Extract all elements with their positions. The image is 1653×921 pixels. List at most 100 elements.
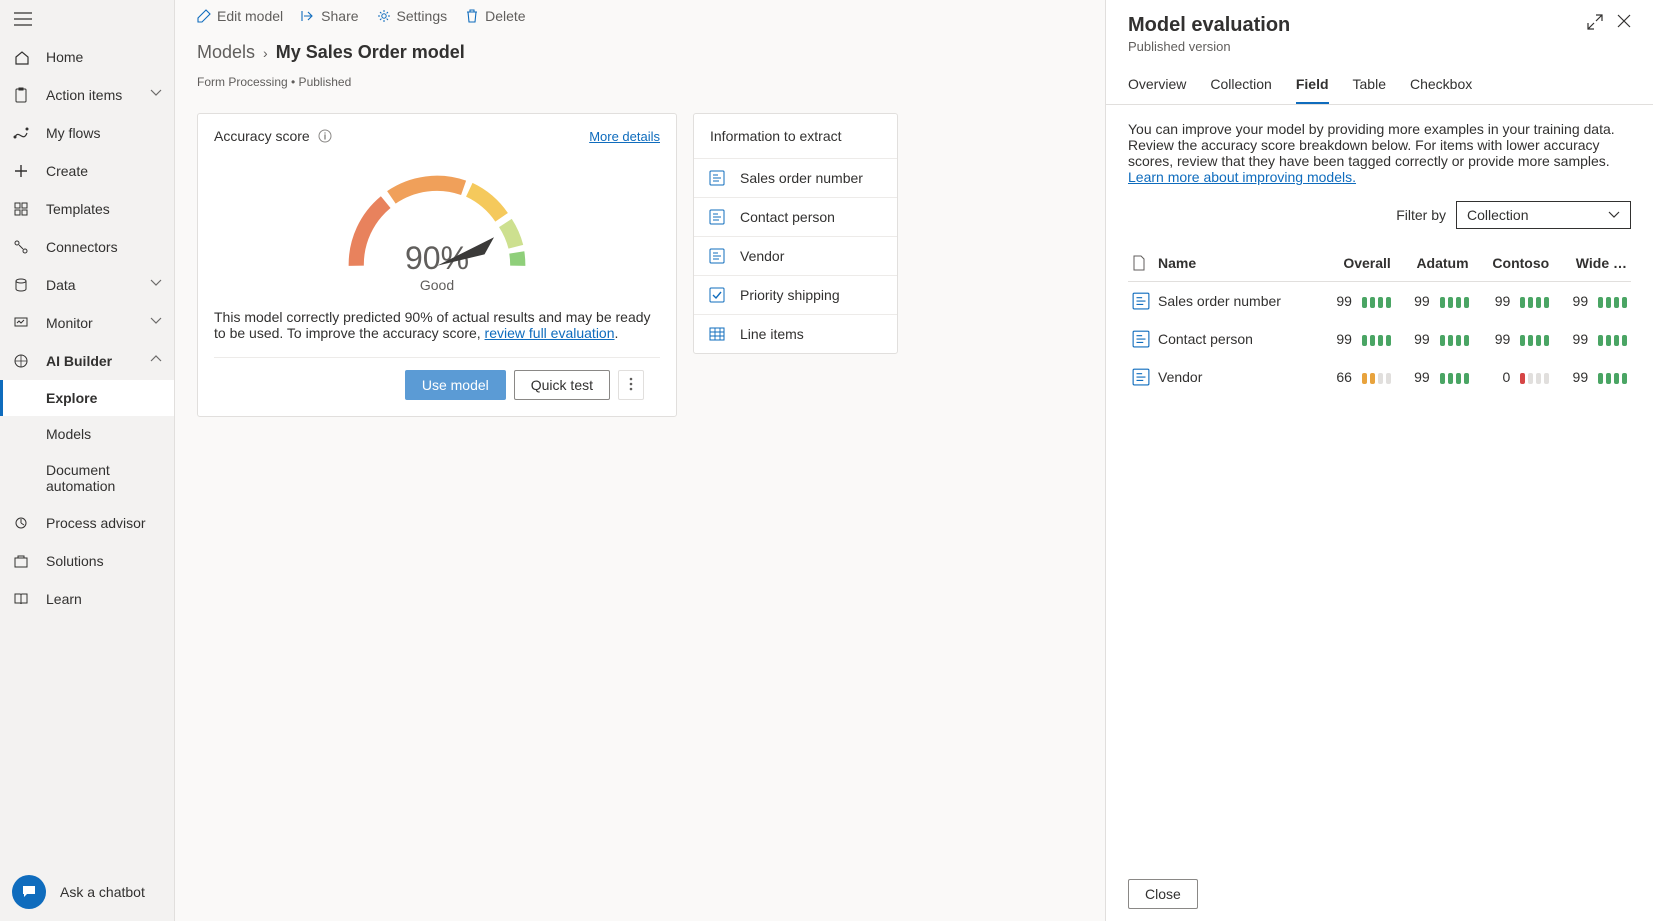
gear-icon — [377, 9, 391, 23]
info-row-label: Line items — [740, 326, 804, 342]
accuracy-title: Accuracy score — [214, 128, 310, 144]
monitor-icon — [12, 314, 30, 332]
review-evaluation-link[interactable]: review full evaluation — [485, 325, 615, 341]
info-row[interactable]: Contact person — [694, 197, 897, 236]
hamburger-menu[interactable] — [0, 0, 174, 38]
sidebar-item-data[interactable]: Data — [0, 266, 174, 304]
info-row[interactable]: Line items — [694, 314, 897, 353]
tab-overview[interactable]: Overview — [1128, 70, 1186, 104]
tab-field[interactable]: Field — [1296, 70, 1329, 104]
score-bars — [1598, 335, 1627, 346]
sidebar-item-templates[interactable]: Templates — [0, 190, 174, 228]
delete-button[interactable]: Delete — [465, 8, 525, 24]
action-icon — [12, 86, 30, 104]
score-bars — [1440, 335, 1469, 346]
score-cell: 99 — [1553, 320, 1631, 358]
learn-more-link[interactable]: Learn more about improving models. — [1128, 169, 1356, 185]
breadcrumb-subtitle: Form Processing • Published — [197, 75, 1083, 89]
breadcrumb-root[interactable]: Models — [197, 42, 255, 63]
score-bars — [1520, 373, 1549, 384]
tab-table[interactable]: Table — [1353, 70, 1386, 104]
column-header[interactable]: Wide … — [1553, 245, 1631, 282]
sidebar-item-action[interactable]: Action items — [0, 76, 174, 114]
accuracy-description: This model correctly predicted 90% of ac… — [198, 293, 676, 357]
sidebar-item-monitor[interactable]: Monitor — [0, 304, 174, 342]
sidebar-item-flows[interactable]: My flows — [0, 114, 174, 152]
table-row[interactable]: Vendor66 99 0 99 — [1128, 358, 1631, 396]
sidebar-item-label: Create — [46, 163, 162, 179]
sidebar-item-solutions[interactable]: Solutions — [0, 542, 174, 580]
accuracy-label: Good — [420, 277, 454, 293]
quick-test-button[interactable]: Quick test — [514, 370, 610, 400]
score-cell: 99 — [1553, 358, 1631, 396]
text-field-icon — [1132, 330, 1150, 348]
text-field-icon — [708, 169, 726, 187]
information-title: Information to extract — [710, 128, 842, 144]
score-bars — [1598, 297, 1627, 308]
evaluation-table: NameOverallAdatumContosoWide … Sales ord… — [1128, 245, 1631, 396]
accuracy-gauge — [342, 168, 532, 278]
sidebar-item-create[interactable]: Create — [0, 152, 174, 190]
sidebar-item-models[interactable]: Models — [0, 416, 174, 452]
info-row[interactable]: Vendor — [694, 236, 897, 275]
score-cell: 99 — [1395, 282, 1473, 321]
command-bar: Edit model Share Settings Delete — [175, 0, 1105, 32]
score-bars — [1520, 297, 1549, 308]
info-row-label: Contact person — [740, 209, 835, 225]
column-header[interactable]: Name — [1154, 245, 1317, 282]
score-cell: 99 — [1473, 282, 1554, 321]
chevron-up-icon — [150, 355, 162, 367]
table-row[interactable]: Contact person99 99 99 99 — [1128, 320, 1631, 358]
sidebar-item-label: Models — [46, 426, 162, 442]
score-cell: 66 — [1317, 358, 1395, 396]
score-bars — [1440, 373, 1469, 384]
score-bars — [1362, 335, 1391, 346]
column-header[interactable]: Overall — [1317, 245, 1395, 282]
sidebar-item-learn[interactable]: Learn — [0, 580, 174, 618]
row-name: Sales order number — [1154, 282, 1317, 321]
edit-icon — [197, 9, 211, 23]
sidebar-item-label: Document automation — [46, 462, 162, 494]
more-details-link[interactable]: More details — [589, 129, 660, 144]
chatbot-label: Ask a chatbot — [60, 884, 145, 900]
score-bars — [1598, 373, 1627, 384]
more-actions-button[interactable] — [618, 370, 644, 400]
document-icon — [1132, 255, 1146, 271]
expand-button[interactable] — [1587, 14, 1603, 30]
sidebar-item-connectors[interactable]: Connectors — [0, 228, 174, 266]
tab-checkbox[interactable]: Checkbox — [1410, 70, 1472, 104]
sidebar-item-ai[interactable]: AI Builder — [0, 342, 174, 380]
share-button[interactable]: Share — [301, 8, 358, 24]
filter-dropdown[interactable]: Collection — [1456, 201, 1631, 229]
column-header[interactable]: Contoso — [1473, 245, 1554, 282]
chevron-down-icon — [1608, 211, 1620, 219]
sidebar-item-home[interactable]: Home — [0, 38, 174, 76]
sidebar-item-explore[interactable]: Explore — [0, 380, 174, 416]
filter-value: Collection — [1467, 207, 1528, 223]
table-row[interactable]: Sales order number99 99 99 99 — [1128, 282, 1631, 321]
info-row[interactable]: Priority shipping — [694, 275, 897, 314]
info-icon[interactable] — [318, 129, 332, 143]
menu-icon — [14, 12, 32, 26]
drawer-close-button[interactable]: Close — [1128, 879, 1198, 909]
score-cell: 99 — [1317, 282, 1395, 321]
connectors-icon — [12, 238, 30, 256]
settings-button[interactable]: Settings — [377, 8, 448, 24]
nav-list: HomeAction itemsMy flows Create TemplatesC… — [0, 38, 174, 863]
text-field-icon — [1132, 368, 1150, 386]
flows-icon — [12, 124, 30, 142]
info-row[interactable]: Sales order number — [694, 158, 897, 197]
chatbot-launcher[interactable]: Ask a chatbot — [0, 863, 174, 921]
table-field-icon — [708, 325, 726, 343]
tab-collection[interactable]: Collection — [1210, 70, 1271, 104]
sidebar-item-docauto[interactable]: Document automation — [0, 452, 174, 504]
column-header[interactable]: Adatum — [1395, 245, 1473, 282]
sidebar-item-label: AI Builder — [46, 353, 134, 369]
score-bars — [1520, 335, 1549, 346]
close-drawer-button[interactable] — [1617, 14, 1631, 30]
info-row-label: Sales order number — [740, 170, 863, 186]
chevron-down-icon — [150, 279, 162, 291]
edit-model-button[interactable]: Edit model — [197, 8, 283, 24]
sidebar-item-process[interactable]: Process advisor — [0, 504, 174, 542]
use-model-button[interactable]: Use model — [405, 370, 506, 400]
